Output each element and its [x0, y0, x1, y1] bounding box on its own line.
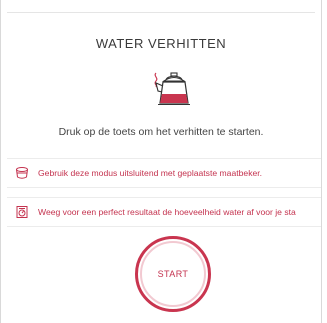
- start-button-label: START: [157, 269, 189, 279]
- mode-card: WATER VERHITTEN Druk op de toets om het …: [1, 0, 321, 323]
- notice-text: Weeg voor een perfect resultaat de hoeve…: [38, 207, 296, 217]
- scale-icon: [16, 206, 28, 218]
- notice-scale: Weeg voor een perfect resultaat de hoeve…: [7, 197, 321, 227]
- kettle-icon: [154, 72, 190, 105]
- page-title: WATER VERHITTEN: [95, 36, 227, 51]
- start-button[interactable]: START: [135, 236, 211, 312]
- divider: [7, 12, 315, 13]
- measuring-cup-icon: [16, 167, 28, 179]
- notice-measuring-cup: Gebruik deze modus uitsluitend met gepla…: [7, 158, 321, 188]
- instruction-text: Druk op de toets om het verhitten te sta…: [58, 126, 264, 138]
- notice-text: Gebruik deze modus uitsluitend met gepla…: [38, 168, 263, 178]
- app-frame: WATER VERHITTEN Druk op de toets om het …: [0, 0, 322, 323]
